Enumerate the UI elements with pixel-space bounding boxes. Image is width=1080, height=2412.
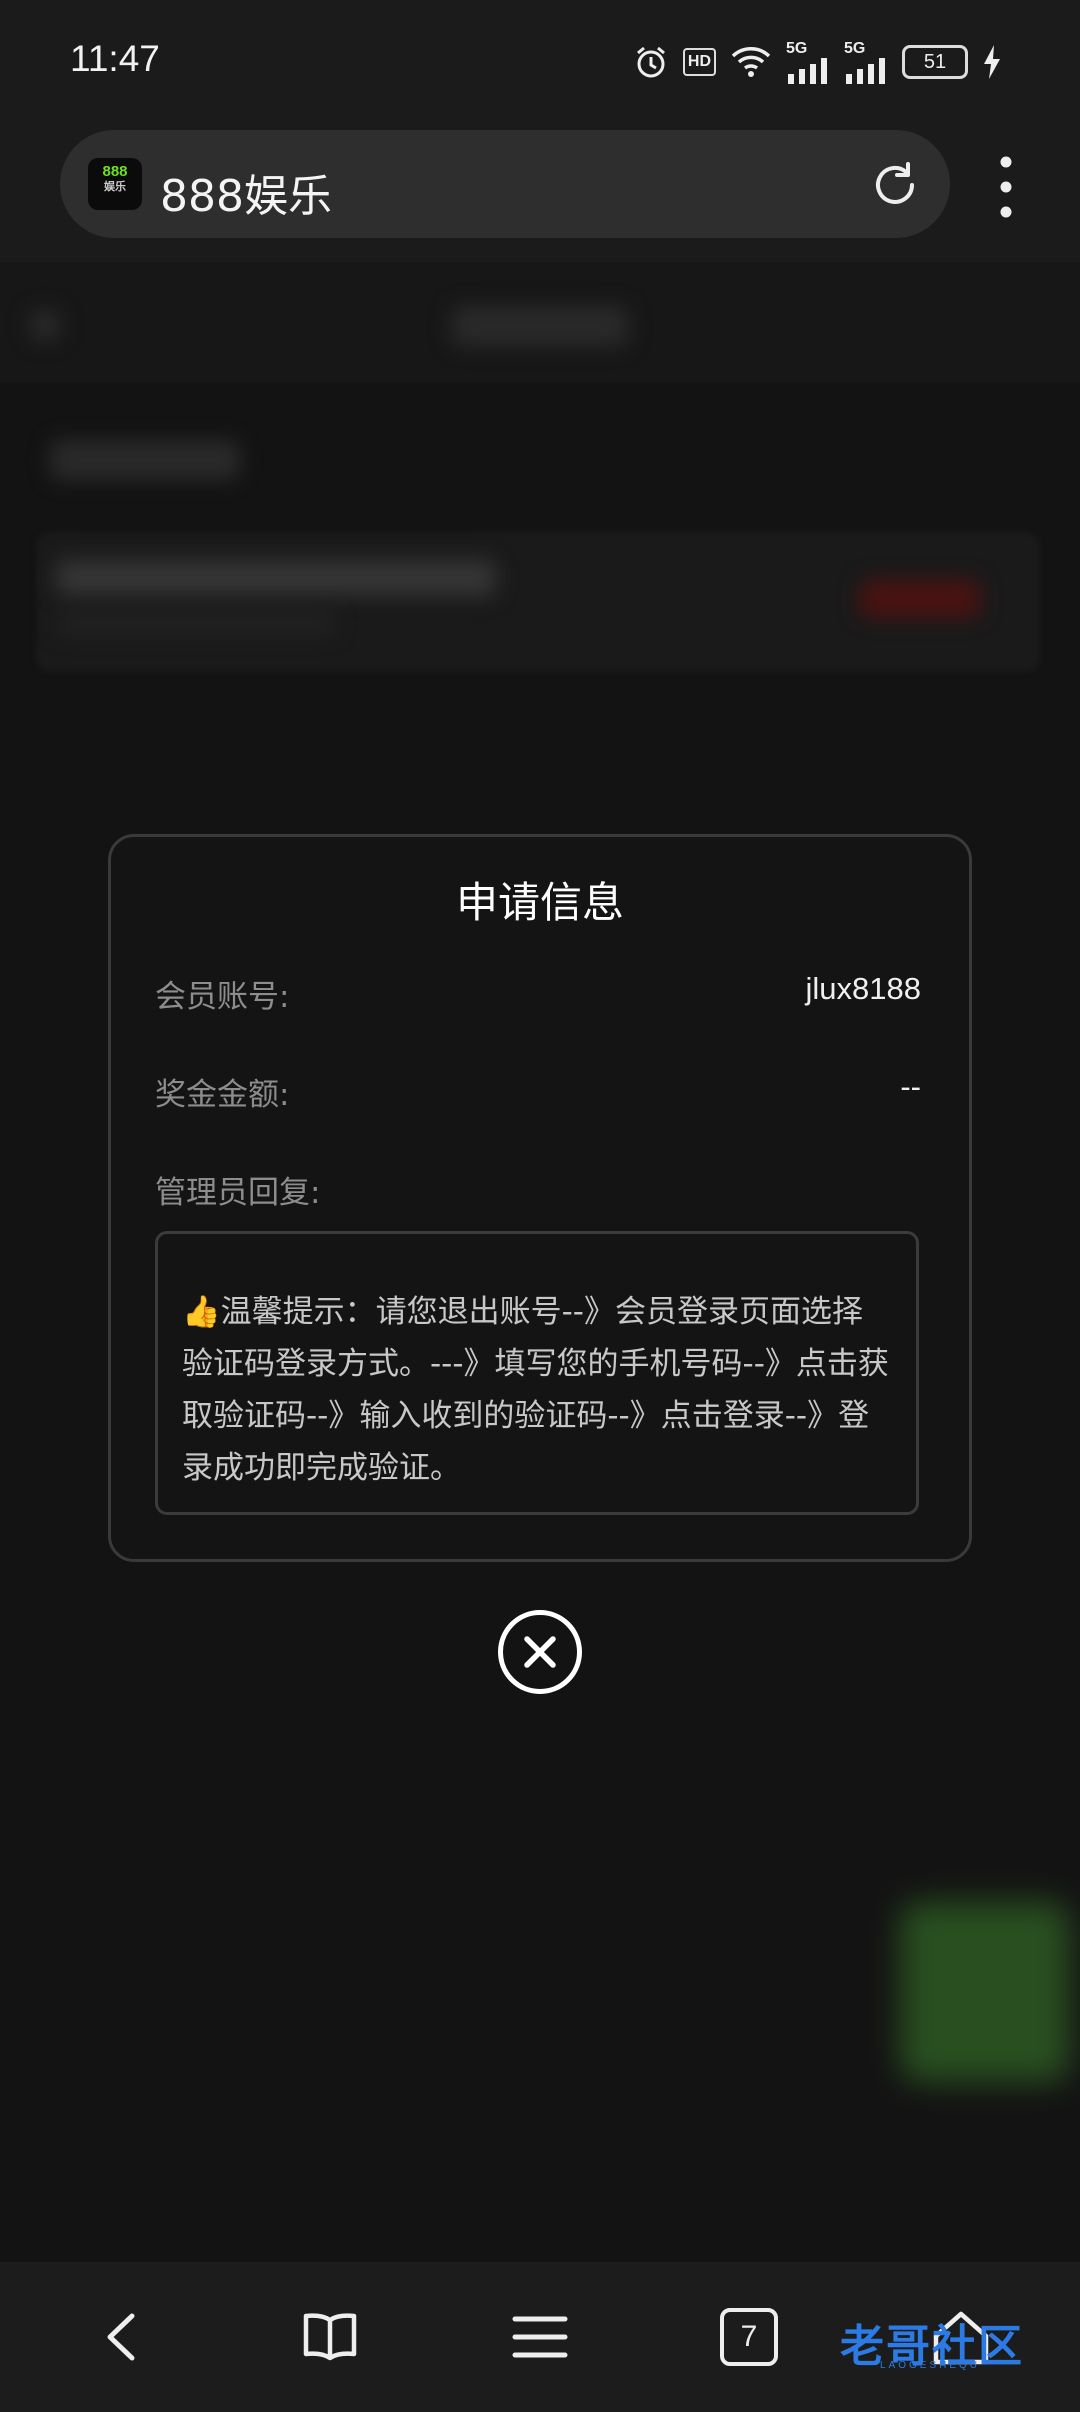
signal-5g-icon: 5G bbox=[786, 40, 830, 84]
wifi-icon bbox=[730, 44, 772, 80]
blurred-chat-widget bbox=[900, 1902, 1070, 2082]
site-title: 888娱乐 bbox=[160, 171, 332, 222]
bookmarks-icon[interactable] bbox=[295, 2302, 365, 2372]
back-icon[interactable] bbox=[88, 2302, 158, 2372]
blurred-action-button bbox=[860, 580, 980, 618]
watermark-logo: 老哥社区 LAOGESHEQU bbox=[840, 2306, 1080, 2376]
bonus-amount-value: -- bbox=[900, 1069, 921, 1104]
status-icons: HD 5G 5G 51 bbox=[633, 40, 1002, 84]
modal-title: 申请信息 bbox=[455, 878, 624, 927]
favicon-text: 888 bbox=[102, 163, 128, 180]
member-account-label: 会员账号: bbox=[155, 979, 290, 1015]
reload-icon[interactable] bbox=[868, 158, 922, 212]
watermark-subtext: LAOGESHEQU bbox=[880, 2360, 981, 2371]
signal-5g-icon-2: 5G bbox=[844, 40, 888, 84]
battery-icon: 51 bbox=[902, 45, 968, 79]
blurred-back-icon bbox=[30, 310, 60, 340]
admin-reply-text: 👍温馨提示：请您退出账号--》会员登录页面选择验证码登录方式。---》填写您的手… bbox=[182, 1294, 889, 1486]
alarm-icon bbox=[633, 44, 669, 80]
application-info-modal: 申请信息 会员账号: jlux8188 奖金金额: -- 管理员回复: 👍温馨提… bbox=[108, 834, 972, 1562]
status-bar: 11:47 HD 5G 5G 51 bbox=[0, 0, 1080, 122]
tab-count: 7 bbox=[740, 2320, 758, 2353]
more-options-icon[interactable] bbox=[990, 152, 1022, 222]
charging-icon bbox=[982, 45, 1002, 79]
tabs-button[interactable]: 7 bbox=[720, 2308, 778, 2366]
blurred-page-header bbox=[0, 262, 1080, 382]
bonus-amount-label: 奖金金额: bbox=[155, 1077, 290, 1113]
blurred-page-title bbox=[452, 306, 628, 346]
member-account-value: jlux8188 bbox=[805, 971, 921, 1006]
favicon-sub: 娱乐 bbox=[104, 181, 126, 193]
signal-5g-label-2: 5G bbox=[844, 40, 866, 57]
browser-bottom-nav: 7 老哥社区 LAOGESHEQU bbox=[0, 2262, 1080, 2412]
status-time: 11:47 bbox=[70, 38, 160, 79]
hd-icon: HD bbox=[682, 48, 716, 76]
hd-label: HD bbox=[687, 53, 711, 70]
admin-reply-box: 👍温馨提示：请您退出账号--》会员登录页面选择验证码登录方式。---》填写您的手… bbox=[155, 1231, 919, 1515]
close-icon bbox=[524, 1636, 556, 1668]
address-bar[interactable]: 888 娱乐 888娱乐 bbox=[60, 130, 950, 238]
close-modal-button[interactable] bbox=[498, 1610, 582, 1694]
menu-icon[interactable] bbox=[505, 2302, 575, 2372]
blurred-card-title bbox=[56, 560, 496, 596]
blurred-tab bbox=[50, 440, 240, 480]
signal-5g-label: 5G bbox=[786, 40, 808, 57]
browser-toolbar: 888 娱乐 888娱乐 bbox=[0, 122, 1080, 262]
admin-reply-label: 管理员回复: bbox=[155, 1175, 321, 1211]
site-favicon-icon: 888 娱乐 bbox=[88, 158, 142, 210]
blurred-card-subtitle bbox=[56, 612, 336, 634]
battery-level: 51 bbox=[923, 50, 947, 73]
